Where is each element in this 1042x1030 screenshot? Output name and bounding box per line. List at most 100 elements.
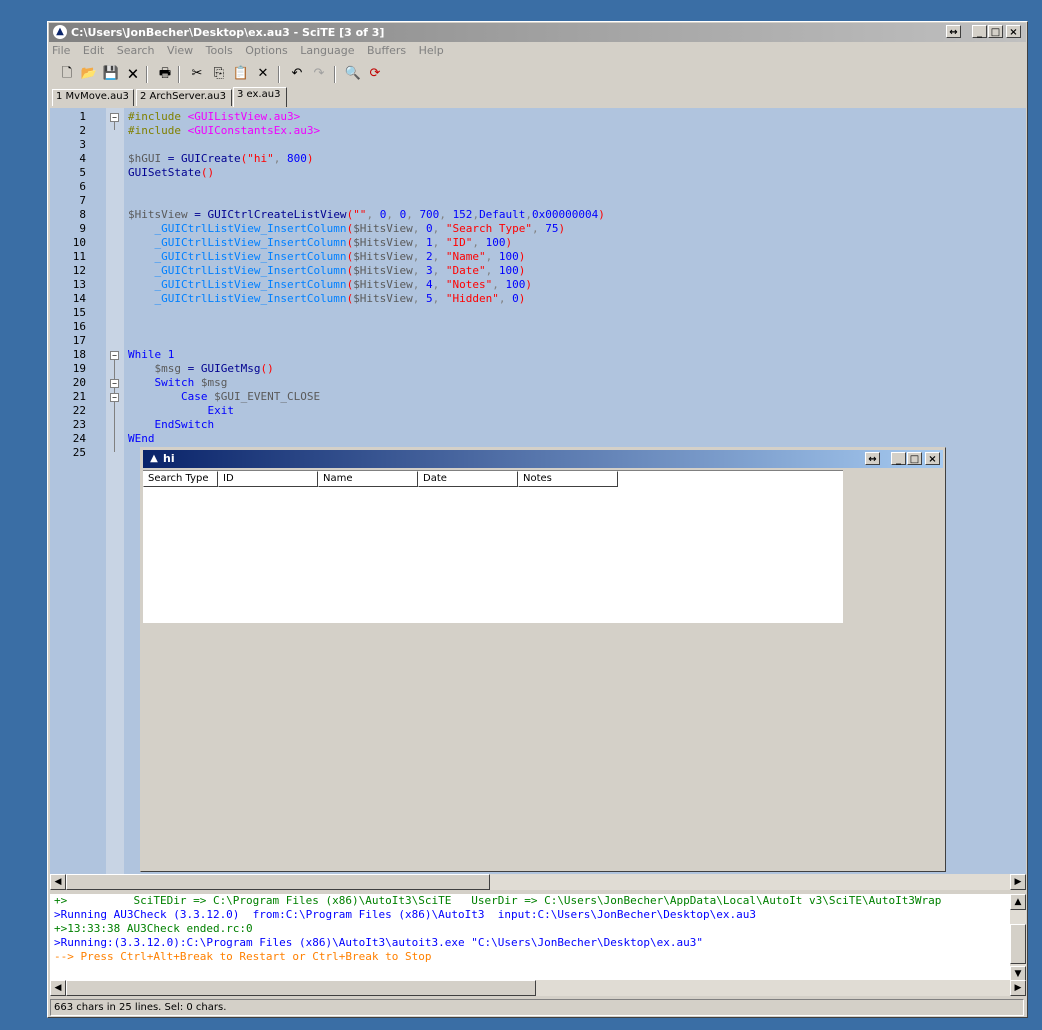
menu-edit[interactable]: Edit xyxy=(83,44,104,57)
operator: , xyxy=(386,208,400,221)
keyword: Case xyxy=(180,390,208,403)
scrollbar-thumb[interactable] xyxy=(66,980,536,996)
editor-horizontal-scrollbar[interactable]: ◀ ▶ xyxy=(50,874,1026,890)
variable: $HitsView xyxy=(128,208,188,221)
variable: $GUI_EVENT_CLOSE xyxy=(207,390,321,403)
toolbar-separator xyxy=(334,66,336,83)
function-name: GUISetState xyxy=(128,166,201,179)
close-button[interactable]: × xyxy=(925,452,940,465)
output-horizontal-scrollbar[interactable]: ◀ ▶ xyxy=(50,980,1026,996)
include-path: <GUIListView.au3> xyxy=(187,110,301,123)
operator: , xyxy=(432,250,446,263)
include-keyword: #include xyxy=(128,124,188,137)
output-line: >Running AU3Check (3.3.12.0) from:C:\Pro… xyxy=(54,908,756,921)
menu-options[interactable]: Options xyxy=(245,44,287,57)
copy-icon[interactable]: ⎘ xyxy=(210,65,228,83)
scroll-right-icon[interactable]: ▶ xyxy=(1010,874,1026,890)
open-folder-icon[interactable]: 📂 xyxy=(80,65,98,83)
save-icon[interactable]: 💾 xyxy=(102,65,120,83)
minimize-button[interactable]: _ xyxy=(972,25,987,38)
operator: , xyxy=(412,222,427,235)
title-bar[interactable]: ▲ C:\Users\JonBecher\Desktop\ex.au3 - Sc… xyxy=(49,23,1026,42)
output-line: --> Press Ctrl+Alt+Break to Restart or C… xyxy=(54,950,432,963)
string: "ID" xyxy=(445,236,473,249)
line-number: 10 xyxy=(72,236,86,249)
column-header-notes[interactable]: Notes xyxy=(518,471,618,487)
close-file-icon[interactable]: 🗙 xyxy=(124,65,142,83)
operator: , xyxy=(273,152,287,165)
paren: () xyxy=(200,166,215,179)
line-number: 14 xyxy=(72,292,86,305)
tab-archserver[interactable]: 2 ArchServer.au3 xyxy=(136,89,232,106)
close-button[interactable]: × xyxy=(1006,25,1021,38)
operator: , xyxy=(432,278,446,291)
udf-function: _GUICtrlListView_InsertColumn xyxy=(154,236,347,249)
gui-title-bar[interactable]: ▲ hi ↔ _ □ × xyxy=(143,450,943,468)
replace-icon[interactable]: ⟳ xyxy=(366,65,384,83)
delete-icon[interactable]: ✕ xyxy=(254,65,272,83)
scroll-left-icon[interactable]: ◀ xyxy=(50,874,66,890)
paren: ) xyxy=(598,208,605,221)
print-icon[interactable]: 🖶 xyxy=(156,65,174,83)
output-vertical-scrollbar[interactable]: ▲ ▼ xyxy=(1010,894,1026,982)
status-bar: 663 chars in 25 lines. Sel: 0 chars. xyxy=(50,999,1024,1016)
column-header-search-type[interactable]: Search Type xyxy=(143,471,218,487)
function-name: GUIGetMsg xyxy=(200,362,261,375)
variable: $msg xyxy=(194,376,228,389)
scroll-right-icon[interactable]: ▶ xyxy=(1010,980,1026,996)
restore-width-button[interactable]: ↔ xyxy=(946,25,961,38)
fold-collapse-icon[interactable]: − xyxy=(110,379,119,388)
tab-ex[interactable]: 3 ex.au3 xyxy=(233,87,287,107)
scroll-left-icon[interactable]: ◀ xyxy=(50,980,66,996)
undo-icon[interactable]: ↶ xyxy=(288,65,306,83)
operator: = xyxy=(187,208,208,221)
output-pane[interactable]: +> SciTEDir => C:\Program Files (x86)\Au… xyxy=(50,894,1026,982)
gui-window-title: hi xyxy=(163,452,175,465)
operator: , xyxy=(412,278,427,291)
column-header-date[interactable]: Date xyxy=(418,471,518,487)
fold-collapse-icon[interactable]: − xyxy=(110,113,119,122)
menu-language[interactable]: Language xyxy=(300,44,354,57)
hits-list-view[interactable]: Search Type ID Name Date Notes xyxy=(143,470,843,623)
output-line: >Running:(3.3.12.0):C:\Program Files (x8… xyxy=(54,936,704,949)
minimize-button[interactable]: _ xyxy=(891,452,906,465)
udf-function: _GUICtrlListView_InsertColumn xyxy=(154,292,347,305)
fold-collapse-icon[interactable]: − xyxy=(110,393,119,402)
udf-function: _GUICtrlListView_InsertColumn xyxy=(154,222,347,235)
number: 100 xyxy=(498,250,519,263)
scrollbar-thumb[interactable] xyxy=(66,874,490,890)
line-number: 4 xyxy=(79,152,86,165)
menu-file[interactable]: File xyxy=(52,44,70,57)
gui-window-hi: ▲ hi ↔ _ □ × Search Type ID Name Date No… xyxy=(140,447,946,872)
column-header-id[interactable]: ID xyxy=(218,471,318,487)
column-header-name[interactable]: Name xyxy=(318,471,418,487)
menu-help[interactable]: Help xyxy=(419,44,444,57)
maximize-button[interactable]: □ xyxy=(988,25,1003,38)
new-file-icon[interactable]: 🗋 xyxy=(58,65,76,83)
fold-line xyxy=(114,360,115,452)
code-line: WEnd xyxy=(128,432,155,446)
function-name: GUICreate xyxy=(181,152,241,165)
menu-search[interactable]: Search xyxy=(117,44,155,57)
menu-buffers[interactable]: Buffers xyxy=(367,44,406,57)
scroll-up-icon[interactable]: ▲ xyxy=(1010,894,1026,910)
tab-mvmove[interactable]: 1 MvMove.au3 xyxy=(52,89,134,106)
toolbar-separator xyxy=(178,66,180,83)
scrollbar-thumb[interactable] xyxy=(1010,924,1026,964)
fold-collapse-icon[interactable]: − xyxy=(110,351,119,360)
menu-view[interactable]: View xyxy=(167,44,193,57)
operator: , xyxy=(432,222,446,235)
menu-tools[interactable]: Tools xyxy=(206,44,233,57)
number: 100 xyxy=(485,236,506,249)
code-line: #include <GUIListView.au3> xyxy=(128,110,300,124)
line-number-gutter: 1 2 3 4 5 6 7 8 9 10 11 12 13 14 15 16 1… xyxy=(50,108,106,876)
autoit-app-icon: ▲ xyxy=(150,453,158,464)
redo-icon[interactable]: ↷ xyxy=(310,65,328,83)
maximize-button[interactable]: □ xyxy=(907,452,922,465)
paren: ) xyxy=(518,292,526,305)
paste-icon[interactable]: 📋 xyxy=(232,65,250,83)
cut-icon[interactable]: ✂ xyxy=(188,65,206,83)
paren: () xyxy=(260,362,274,375)
find-icon[interactable]: 🔍 xyxy=(344,65,362,83)
restore-width-button[interactable]: ↔ xyxy=(865,452,880,465)
